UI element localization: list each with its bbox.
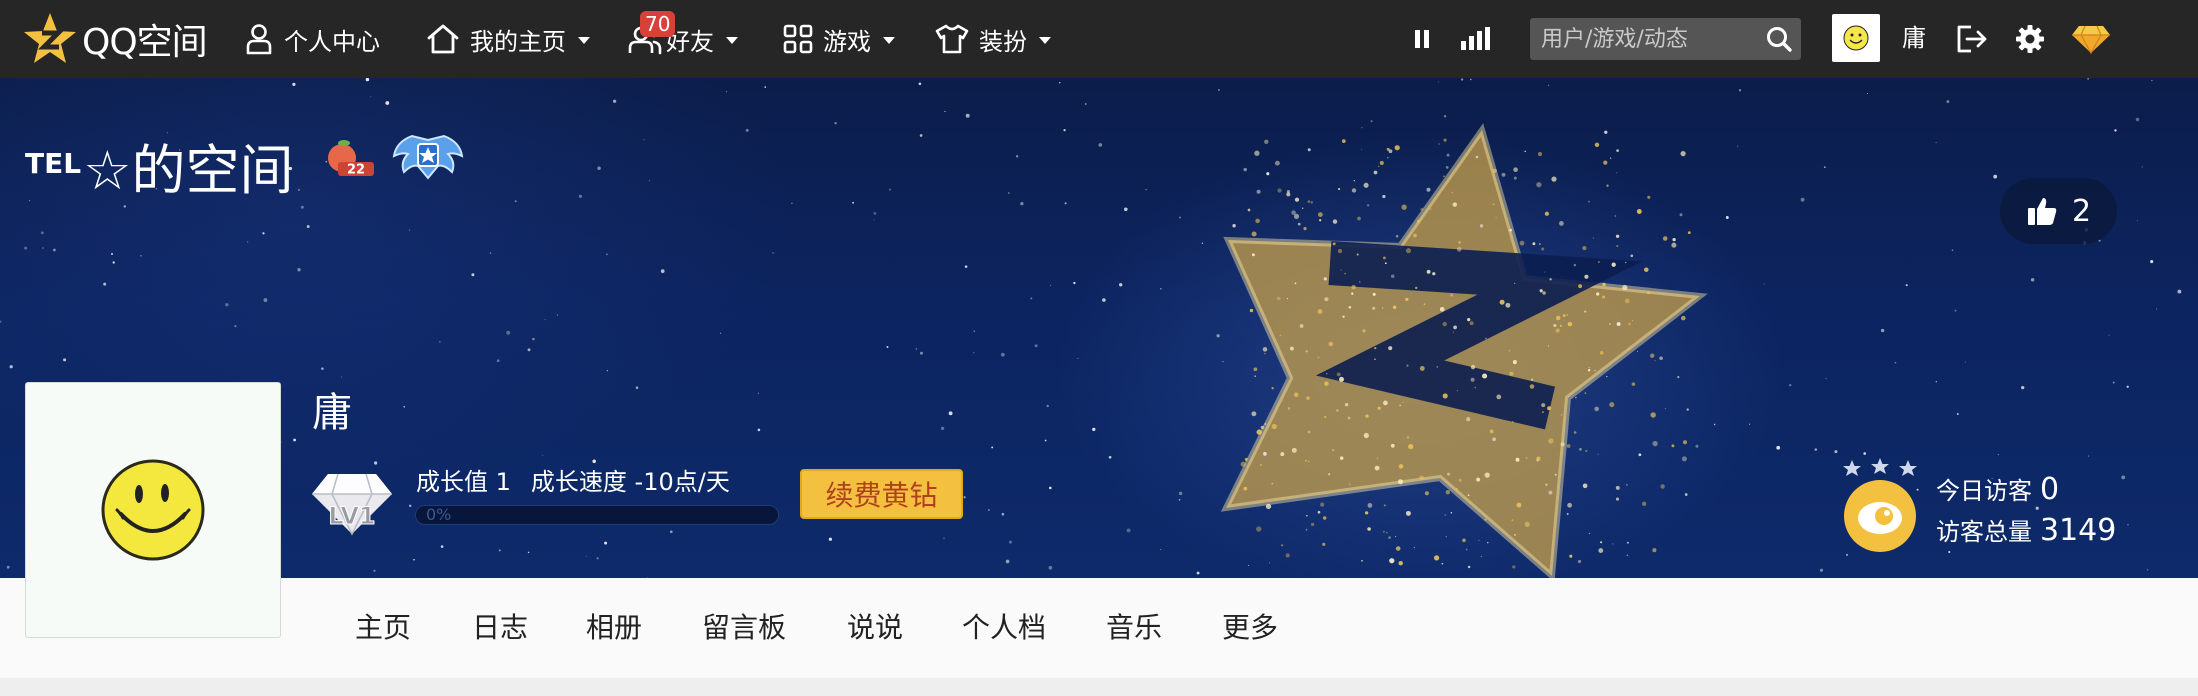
- visitors-total-label: 访客总量: [1936, 518, 2032, 546]
- space-title-prefix: TEL: [25, 147, 82, 180]
- chevron-down-icon: [578, 36, 590, 44]
- visitors-today-label: 今日访客: [1936, 477, 2032, 505]
- logo-text: QQ空间: [82, 22, 208, 63]
- tab-more[interactable]: 更多: [1222, 578, 1278, 678]
- diamond-icon: [2072, 25, 2110, 54]
- visitor-eye-icon[interactable]: [1838, 458, 1922, 558]
- music-pause-button[interactable]: [1413, 0, 1431, 78]
- growth-speed: 成长速度 -10点/天: [530, 468, 730, 496]
- growth-progress-bar: 0%: [415, 505, 779, 525]
- chevron-down-icon: [726, 36, 738, 44]
- level-label: LV1: [328, 502, 375, 530]
- person-icon: [246, 24, 272, 55]
- nav-label: 个人中心: [284, 27, 380, 56]
- visitors-today: 今日访客 0: [1936, 471, 2059, 507]
- renew-yellow-diamond-button[interactable]: 续费黄钻: [800, 469, 963, 519]
- level-diamond-icon[interactable]: LV1: [310, 468, 394, 538]
- tab-music[interactable]: 音乐: [1106, 578, 1162, 678]
- growth-info: 成长值 1 成长速度 -10点/天: [416, 462, 730, 497]
- tab-blog[interactable]: 日志: [472, 578, 528, 678]
- signal-bars-icon: [1461, 27, 1490, 50]
- top-navigation-bar: QQ空间 个人中心 我的主页 好友 70 游戏 装扮 用户/游戏/动态 庸: [0, 0, 2198, 78]
- tab-shuoshuo[interactable]: 说说: [847, 578, 903, 678]
- pause-icon: [1415, 30, 1429, 48]
- smiley-avatar-icon: [1843, 25, 1869, 51]
- user-avatar[interactable]: [1832, 14, 1880, 62]
- thumbs-up-icon: [2027, 198, 2057, 225]
- shirt-icon: [935, 24, 969, 54]
- profile-tabs: 主页 日志 相册 留言板 说说 个人档 音乐 更多: [0, 578, 2198, 678]
- qzone-logo-icon: [24, 13, 76, 63]
- search-icon[interactable]: [1765, 25, 1793, 53]
- growth-value: 成长值 1: [416, 468, 511, 496]
- gear-icon: [2016, 25, 2044, 53]
- tab-home[interactable]: 主页: [355, 578, 411, 678]
- friends-count-badge: 70: [640, 11, 676, 37]
- nav-personal-center[interactable]: 个人中心: [244, 0, 380, 78]
- home-icon: [427, 24, 459, 54]
- qzone-logo[interactable]: QQ空间: [22, 0, 208, 78]
- wing-badge-icon[interactable]: [392, 132, 464, 184]
- logout-icon: [1957, 25, 1987, 53]
- chevron-down-icon: [1039, 36, 1051, 44]
- nav-games[interactable]: 游戏: [783, 0, 895, 78]
- tab-message-board[interactable]: 留言板: [702, 578, 786, 678]
- nav-label: 我的主页: [470, 27, 566, 56]
- badge-group: 22: [322, 132, 464, 184]
- profile-username[interactable]: 庸: [312, 380, 352, 438]
- visitors-total-count: 3149: [2040, 513, 2117, 548]
- chevron-down-icon: [883, 36, 895, 44]
- nav-label: 游戏: [823, 27, 871, 56]
- space-title: TEL ☆的空间: [25, 126, 294, 205]
- like-count: 2: [2071, 193, 2092, 229]
- topbar-username[interactable]: 庸: [1902, 0, 1926, 78]
- search-box: [1530, 18, 1801, 60]
- grid-icon: [783, 24, 813, 54]
- smiley-avatar-icon: [101, 459, 205, 561]
- logout-button[interactable]: [1955, 0, 1989, 78]
- nav-my-homepage[interactable]: 我的主页: [426, 0, 590, 78]
- space-title-text: ☆的空间: [83, 139, 294, 202]
- signal-button[interactable]: [1460, 0, 1490, 78]
- yellow-diamond-button[interactable]: [2071, 0, 2111, 78]
- content-background: [0, 678, 2198, 696]
- nav-dress-up[interactable]: 装扮: [935, 0, 1051, 78]
- visitors-total: 访客总量 3149: [1936, 512, 2116, 548]
- progress-percent: 0%: [426, 505, 452, 524]
- search-input[interactable]: [1530, 18, 1758, 60]
- profile-banner: TEL ☆的空间 22 2 庸 LV1 成长值 1 成长速度 -10点/天 0%…: [0, 78, 2198, 578]
- tab-album[interactable]: 相册: [586, 578, 642, 678]
- peach-level-icon[interactable]: 22: [322, 138, 376, 178]
- like-button[interactable]: 2: [2000, 178, 2117, 244]
- visitors-today-count: 0: [2040, 472, 2060, 507]
- nav-label: 装扮: [979, 27, 1027, 56]
- settings-button[interactable]: [2015, 0, 2045, 78]
- tab-profile[interactable]: 个人档: [962, 578, 1046, 678]
- level-number: 22: [347, 163, 365, 178]
- profile-avatar[interactable]: [25, 382, 281, 638]
- qzone-star-illustration: [1220, 123, 1708, 578]
